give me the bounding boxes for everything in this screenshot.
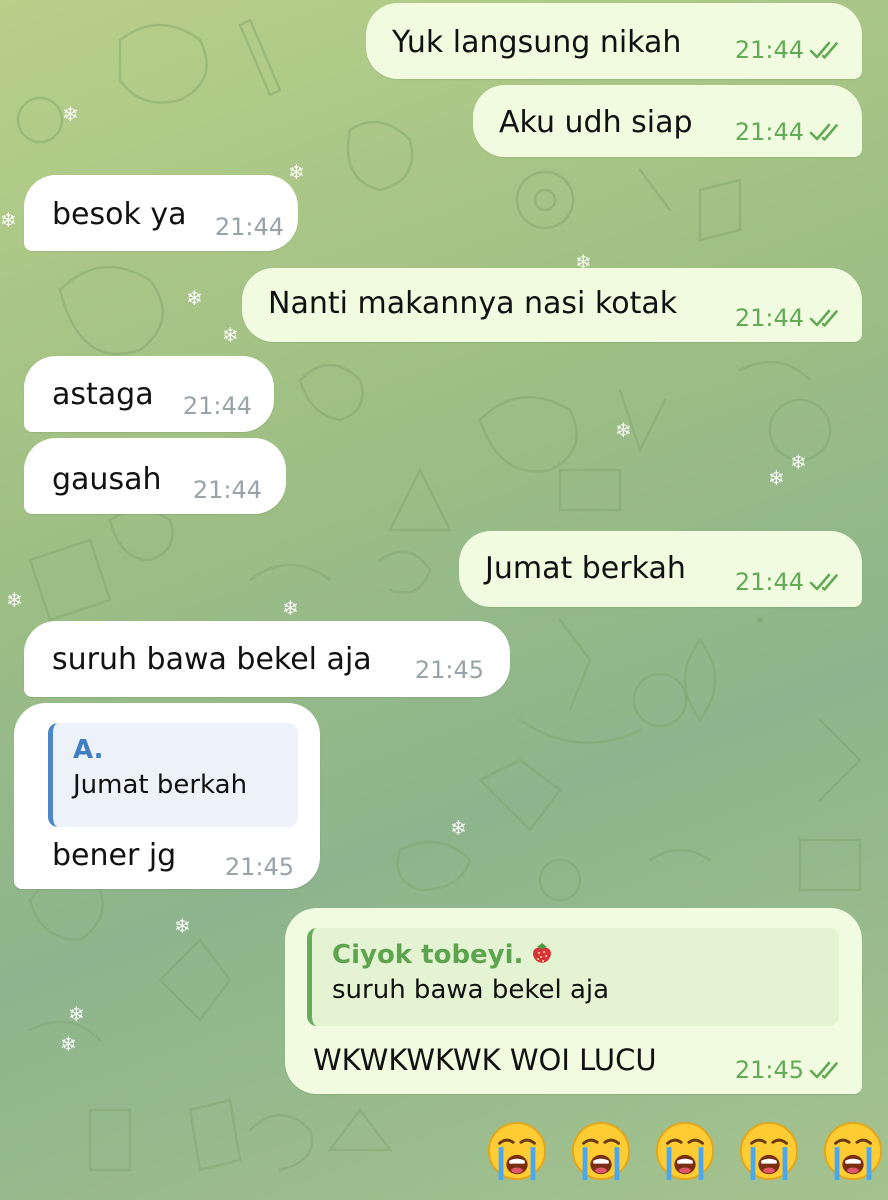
reply-quote[interactable]: Ciyok tobeyi. suruh bawa bekel aja [307,928,839,1026]
reply-text: suruh bawa bekel aja [332,975,610,1005]
double-check-icon [809,573,838,591]
outgoing-message[interactable]: Nanti makannya nasi kotak 21:44 [242,268,862,342]
emoji-message[interactable] [486,1120,884,1182]
chat-background: ❄ ❄ ❄ ❄ ❄ ❄ ❄ ❄ ❄ ❄ ❄ ❄ ❄ ❄ ❄ Yuk langsu… [0,0,888,1200]
loudly-crying-face-icon [571,1121,631,1181]
message-text: bener jg [52,838,177,873]
snowflake-icon: ❄ [288,160,305,184]
message-time: 21:44 [214,213,284,241]
snowflake-icon: ❄ [615,418,632,442]
message-time: 21:45 [224,853,294,881]
snowflake-icon: ❄ [768,466,785,490]
reply-quote[interactable]: A. Jumat berkah [48,723,298,827]
message-meta: 21:44 [735,118,846,146]
message-text: suruh bawa bekel aja [52,642,372,677]
snowflake-icon: ❄ [62,102,79,126]
message-meta: 21:44 [735,304,846,332]
message-text: Aku udh siap [499,105,693,140]
outgoing-message[interactable]: Aku udh siap 21:44 [473,85,862,157]
message-meta: 21:44 [735,36,846,64]
message-time: 21:45 [734,1056,804,1084]
message-meta: 21:45 [735,1056,846,1084]
message-meta: 21:44 [215,213,284,241]
message-meta: 21:44 [193,476,262,504]
double-check-icon [809,41,838,59]
message-text: astaga [52,377,154,412]
snowflake-icon: ❄ [450,816,467,840]
double-check-icon [809,1061,838,1079]
message-meta: 21:44 [735,568,846,596]
message-time: 21:44 [734,568,804,596]
snowflake-icon: ❄ [790,450,807,474]
message-meta: 21:45 [225,853,294,881]
snowflake-icon: ❄ [68,1002,85,1026]
loudly-crying-face-icon [487,1121,547,1181]
message-text: besok ya [52,197,187,232]
loudly-crying-face-icon [655,1121,715,1181]
snowflake-icon: ❄ [186,286,203,310]
message-time: 21:45 [414,656,484,684]
outgoing-message[interactable]: Yuk langsung nikah 21:44 [366,3,862,79]
strawberry-icon [533,943,552,963]
incoming-message[interactable]: suruh bawa bekel aja 21:45 [24,621,510,697]
incoming-message[interactable]: besok ya 21:44 [24,175,298,251]
message-time: 21:44 [192,476,262,504]
message-time: 21:44 [182,392,252,420]
snowflake-icon: ❄ [0,208,17,232]
message-text: gausah [52,462,162,497]
double-check-icon [809,309,838,327]
incoming-reply-message[interactable]: A. Jumat berkah bener jg 21:45 [14,703,320,889]
reply-author: Ciyok tobeyi. [332,938,823,972]
message-text: Yuk langsung nikah [392,25,682,60]
snowflake-icon: ❄ [60,1032,77,1056]
incoming-message[interactable]: gausah 21:44 [24,438,286,514]
message-text: WKWKWKWK WOI LUCU [313,1043,657,1077]
snowflake-icon: ❄ [222,323,239,347]
reply-text: Jumat berkah [73,770,248,800]
message-text: Jumat berkah [485,551,686,586]
message-time: 21:44 [734,304,804,332]
reply-author: A. [73,735,104,765]
outgoing-message[interactable]: Jumat berkah 21:44 [459,531,862,607]
loudly-crying-face-icon [739,1121,799,1181]
loudly-crying-face-icon [823,1121,883,1181]
double-check-icon [809,123,838,141]
incoming-message[interactable]: astaga 21:44 [24,356,274,432]
message-text: Nanti makannya nasi kotak [268,286,678,321]
snowflake-icon: ❄ [174,914,191,938]
snowflake-icon: ❄ [282,596,299,620]
message-time: 21:44 [734,36,804,64]
message-meta: 21:44 [183,392,252,420]
reply-author-name: Ciyok tobeyi. [332,940,524,970]
outgoing-reply-message[interactable]: Ciyok tobeyi. suruh bawa bekel aja WKWKW… [285,908,862,1094]
snowflake-icon: ❄ [6,588,23,612]
message-meta: 21:45 [415,656,484,684]
message-time: 21:44 [734,118,804,146]
